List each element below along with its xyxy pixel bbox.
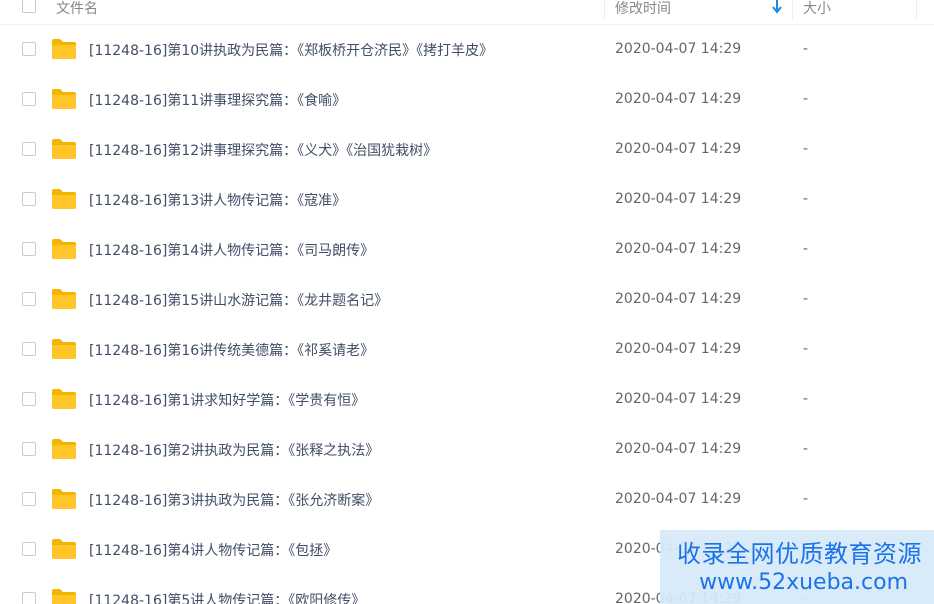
- table-row[interactable]: [11248-16]第13讲人物传记篇：《寇准》 2020-04-07 14:2…: [0, 175, 934, 225]
- file-size: -: [803, 141, 809, 157]
- modified-time: 2020-04-07 14:29: [615, 491, 742, 507]
- select-all-checkbox[interactable]: [22, 0, 36, 13]
- folder-icon: [52, 289, 76, 309]
- file-size: -: [803, 291, 809, 307]
- file-rows: [11248-16]第10讲执政为民篇：《郑板桥开仓济民》《拷打羊皮》 2020…: [0, 25, 934, 604]
- column-divider[interactable]: [604, 0, 605, 20]
- row-checkbox[interactable]: [22, 542, 36, 556]
- folder-icon: [52, 489, 76, 509]
- file-size: -: [803, 241, 809, 257]
- table-row[interactable]: [11248-16]第14讲人物传记篇：《司马朗传》 2020-04-07 14…: [0, 225, 934, 275]
- folder-icon: [52, 89, 76, 109]
- file-name[interactable]: [11248-16]第16讲传统美德篇：《祁奚请老》: [89, 340, 374, 360]
- arrow-down-icon[interactable]: [770, 0, 784, 15]
- column-header-name[interactable]: 文件名: [56, 0, 98, 18]
- folder-icon: [52, 189, 76, 209]
- file-size: -: [803, 491, 809, 507]
- file-name[interactable]: [11248-16]第5讲人物传记篇：《欧阳修传》: [89, 590, 365, 604]
- file-name[interactable]: [11248-16]第15讲山水游记篇：《龙井题名记》: [89, 290, 388, 310]
- modified-time: 2020-04-07 14:29: [615, 41, 742, 57]
- file-size: -: [803, 391, 809, 407]
- modified-time: 2020-04-07 14:29: [615, 141, 742, 157]
- file-name[interactable]: [11248-16]第2讲执政为民篇：《张释之执法》: [89, 440, 379, 460]
- watermark-overlay: 收录全网优质教育资源 www.52xueba.com: [660, 530, 934, 604]
- table-row[interactable]: [11248-16]第3讲执政为民篇：《张允济断案》 2020-04-07 14…: [0, 475, 934, 525]
- row-checkbox[interactable]: [22, 192, 36, 206]
- column-header-date[interactable]: 修改时间: [615, 0, 671, 18]
- file-name[interactable]: [11248-16]第14讲人物传记篇：《司马朗传》: [89, 240, 374, 260]
- table-row[interactable]: [11248-16]第15讲山水游记篇：《龙井题名记》 2020-04-07 1…: [0, 275, 934, 325]
- modified-time: 2020-04-07 14:29: [615, 441, 742, 457]
- row-checkbox[interactable]: [22, 492, 36, 506]
- folder-icon: [52, 239, 76, 259]
- column-header-size[interactable]: 大小: [803, 0, 831, 18]
- folder-icon: [52, 339, 76, 359]
- file-size: -: [803, 441, 809, 457]
- row-checkbox[interactable]: [22, 42, 36, 56]
- file-size: -: [803, 191, 809, 207]
- column-divider[interactable]: [916, 0, 917, 20]
- folder-icon: [52, 139, 76, 159]
- folder-icon: [52, 539, 76, 559]
- table-row[interactable]: [11248-16]第2讲执政为民篇：《张释之执法》 2020-04-07 14…: [0, 425, 934, 475]
- file-size: -: [803, 41, 809, 57]
- folder-icon: [52, 389, 76, 409]
- table-row[interactable]: [11248-16]第10讲执政为民篇：《郑板桥开仓济民》《拷打羊皮》 2020…: [0, 25, 934, 75]
- folder-icon: [52, 589, 76, 604]
- file-name[interactable]: [11248-16]第3讲执政为民篇：《张允济断案》: [89, 490, 379, 510]
- watermark-url: www.52xueba.com: [699, 570, 908, 595]
- row-checkbox[interactable]: [22, 592, 36, 604]
- file-size: -: [803, 91, 809, 107]
- column-divider[interactable]: [792, 0, 793, 20]
- file-name[interactable]: [11248-16]第4讲人物传记篇：《包拯》: [89, 540, 337, 560]
- table-row[interactable]: [11248-16]第16讲传统美德篇：《祁奚请老》 2020-04-07 14…: [0, 325, 934, 375]
- watermark-slogan: 收录全网优质教育资源: [677, 540, 922, 568]
- row-checkbox[interactable]: [22, 292, 36, 306]
- modified-time: 2020-04-07 14:29: [615, 241, 742, 257]
- file-name[interactable]: [11248-16]第12讲事理探究篇：《义犬》《治国犹栽树》: [89, 140, 437, 160]
- folder-icon: [52, 439, 76, 459]
- modified-time: 2020-04-07 14:29: [615, 291, 742, 307]
- modified-time: 2020-04-07 14:29: [615, 91, 742, 107]
- folder-icon: [52, 39, 76, 59]
- table-row[interactable]: [11248-16]第1讲求知好学篇：《学贵有恒》 2020-04-07 14:…: [0, 375, 934, 425]
- modified-time: 2020-04-07 14:29: [615, 191, 742, 207]
- row-checkbox[interactable]: [22, 242, 36, 256]
- file-list-viewport: 文件名 修改时间 大小 [11248-16]第10讲执政为民篇：《郑板桥开仓济民…: [0, 0, 934, 604]
- file-name[interactable]: [11248-16]第11讲事理探究篇：《食喻》: [89, 90, 346, 110]
- row-checkbox[interactable]: [22, 142, 36, 156]
- table-header: 文件名 修改时间 大小: [0, 0, 934, 25]
- row-checkbox[interactable]: [22, 392, 36, 406]
- table-row[interactable]: [11248-16]第12讲事理探究篇：《义犬》《治国犹栽树》 2020-04-…: [0, 125, 934, 175]
- row-checkbox[interactable]: [22, 442, 36, 456]
- row-checkbox[interactable]: [22, 342, 36, 356]
- file-table: 文件名 修改时间 大小 [11248-16]第10讲执政为民篇：《郑板桥开仓济民…: [0, 0, 934, 604]
- file-name[interactable]: [11248-16]第1讲求知好学篇：《学贵有恒》: [89, 390, 365, 410]
- file-name[interactable]: [11248-16]第10讲执政为民篇：《郑板桥开仓济民》《拷打羊皮》: [89, 40, 493, 60]
- file-size: -: [803, 341, 809, 357]
- row-checkbox[interactable]: [22, 92, 36, 106]
- file-name[interactable]: [11248-16]第13讲人物传记篇：《寇准》: [89, 190, 346, 210]
- modified-time: 2020-04-07 14:29: [615, 341, 742, 357]
- table-row[interactable]: [11248-16]第11讲事理探究篇：《食喻》 2020-04-07 14:2…: [0, 75, 934, 125]
- modified-time: 2020-04-07 14:29: [615, 391, 742, 407]
